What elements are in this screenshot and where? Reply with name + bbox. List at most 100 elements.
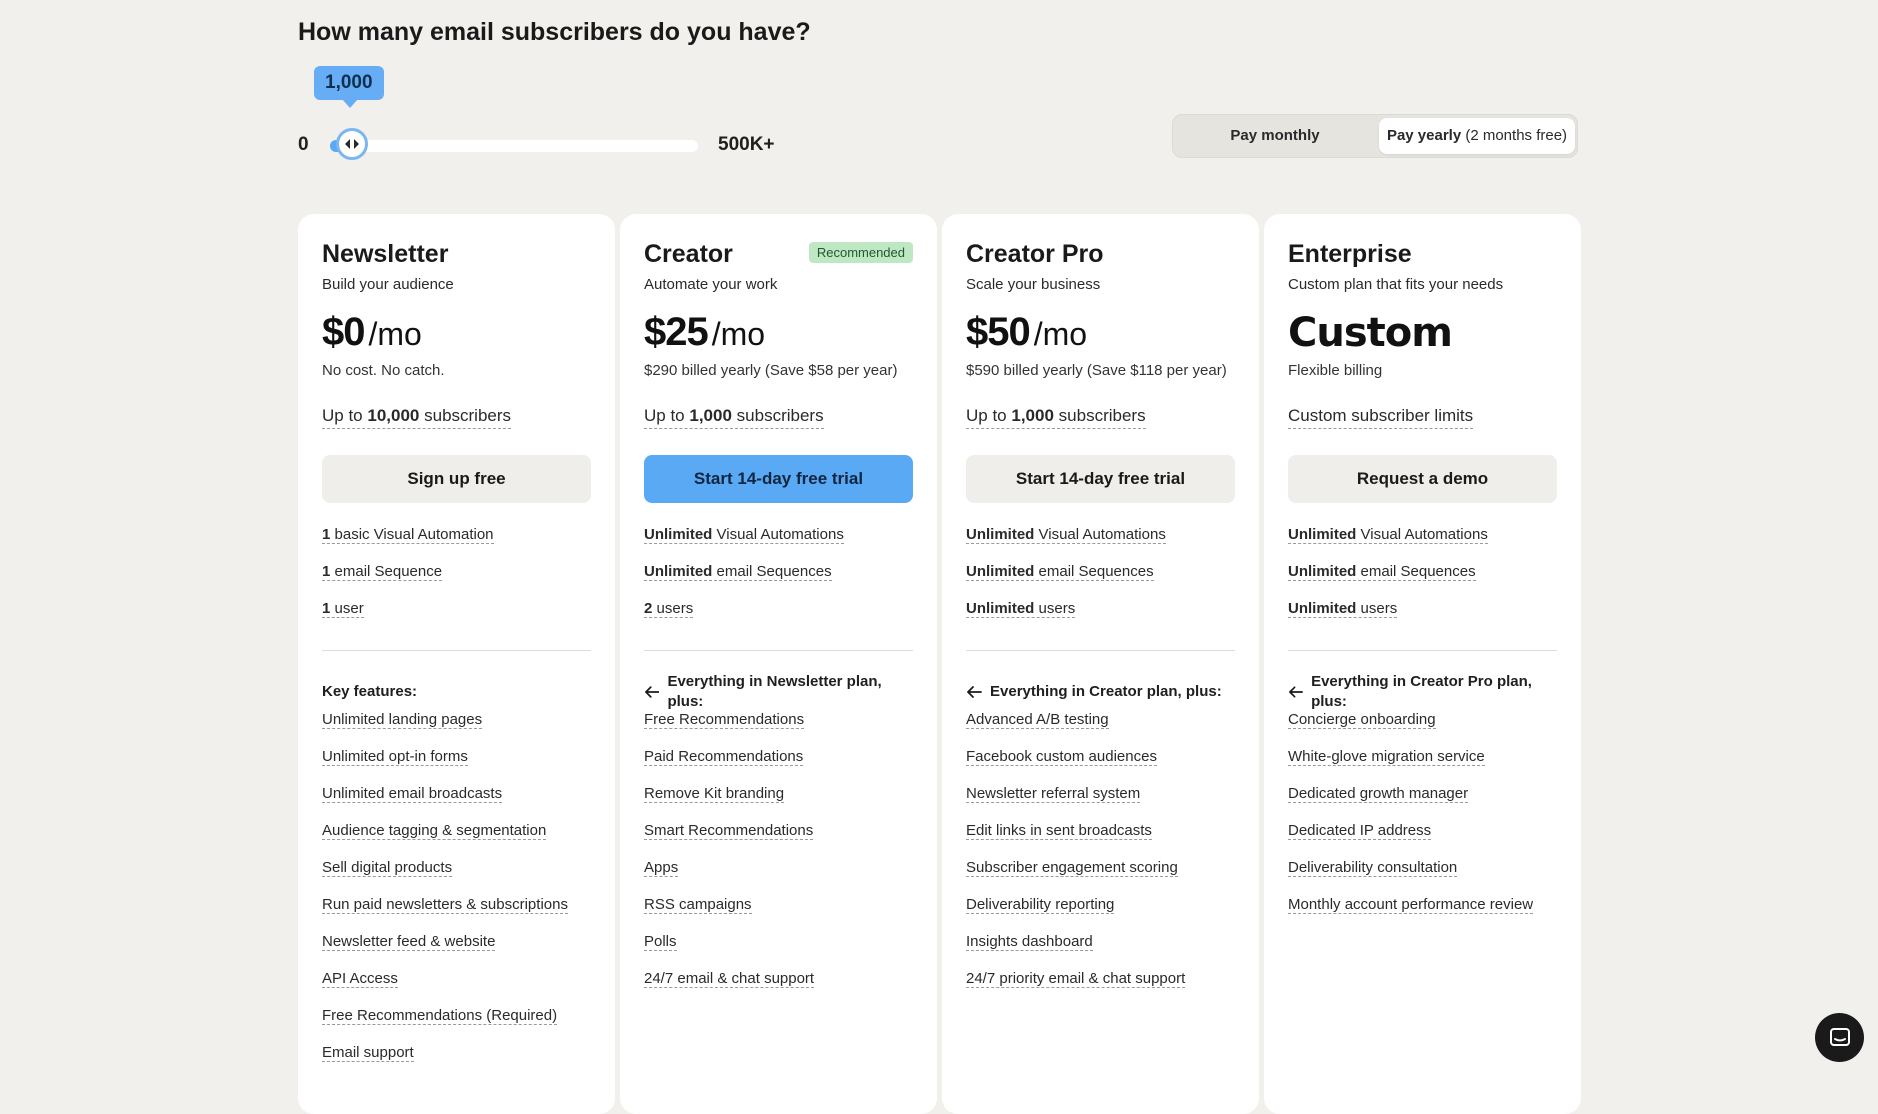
quota-bold: Unlimited — [966, 526, 1035, 543]
slider-track[interactable] — [330, 140, 698, 152]
plan-quotas: 1 basic Visual Automation 1 email Sequenc… — [322, 525, 591, 636]
quota-text: users — [1038, 600, 1076, 617]
subscriber-slider[interactable]: 1,000 0 500K+ — [298, 66, 798, 166]
feature-item[interactable]: 24/7 email & chat support — [644, 969, 913, 1006]
quota-item[interactable]: 1 email Sequence — [322, 562, 591, 599]
feature-item[interactable]: Subscriber engagement scoring — [966, 858, 1235, 895]
quota-item[interactable]: 2 users — [644, 599, 913, 636]
feature-item[interactable]: White-glove migration service — [1288, 747, 1557, 784]
plan-name: Newsletter — [322, 240, 449, 268]
limit-suffix: subscribers — [1058, 406, 1146, 425]
billing-note: No cost. No catch. — [322, 362, 445, 379]
feature-item[interactable]: Deliverability consultation — [1288, 858, 1557, 895]
quota-item[interactable]: Unlimited email Sequences — [644, 562, 913, 599]
feature-item[interactable]: Unlimited opt-in forms — [322, 747, 591, 784]
feature-item[interactable]: Run paid newsletters & subscriptions — [322, 895, 591, 932]
limit-value: 10,000 — [367, 406, 420, 425]
quota-item[interactable]: Unlimited email Sequences — [1288, 562, 1557, 599]
plan-tagline: Build your audience — [322, 276, 454, 293]
feature-item[interactable]: Apps — [644, 858, 913, 895]
quota-item[interactable]: Unlimited Visual Automations — [644, 525, 913, 562]
pay-yearly-label: Pay yearly — [1386, 127, 1462, 144]
subscriber-limit[interactable]: Up to 1,000 subscribers — [644, 406, 824, 429]
quota-bold: Unlimited — [966, 600, 1035, 617]
feature-item[interactable]: Insights dashboard — [966, 932, 1235, 969]
divider — [1288, 650, 1557, 651]
feature-text: Free Recommendations (Required) — [322, 1007, 558, 1025]
feature-item[interactable]: Newsletter referral system — [966, 784, 1235, 821]
feature-text: Apps — [644, 859, 679, 877]
feature-text: Insights dashboard — [966, 933, 1093, 951]
plan-price: $25/mo — [644, 310, 913, 356]
feature-item[interactable]: Deliverability reporting — [966, 895, 1235, 932]
chat-launcher-button[interactable] — [1815, 1013, 1864, 1062]
feature-item[interactable]: Edit links in sent broadcasts — [966, 821, 1235, 858]
feature-text: Newsletter referral system — [966, 785, 1141, 803]
quota-text: Visual Automations — [1038, 526, 1166, 543]
feature-item[interactable]: Unlimited email broadcasts — [322, 784, 591, 821]
plan-name: Creator Pro — [966, 240, 1104, 268]
feature-item[interactable]: Polls — [644, 932, 913, 969]
feature-item[interactable]: 24/7 priority email & chat support — [966, 969, 1235, 1006]
feature-text: Facebook custom audiences — [966, 748, 1157, 766]
feature-item[interactable]: Dedicated growth manager — [1288, 784, 1557, 821]
limit-suffix: Custom subscriber limits — [1288, 406, 1474, 425]
pay-yearly-note: (2 months free) — [1465, 127, 1568, 144]
feature-item[interactable]: Facebook custom audiences — [966, 747, 1235, 784]
plan-quotas: Unlimited Visual Automations Unlimited em… — [1288, 525, 1557, 636]
feature-item[interactable]: Free Recommendations — [644, 710, 913, 747]
plan-cta-button[interactable]: Request a demo — [1288, 455, 1557, 503]
feature-item[interactable]: RSS campaigns — [644, 895, 913, 932]
quota-text: user — [334, 600, 364, 617]
subscriber-limit[interactable]: Up to 10,000 subscribers — [322, 406, 512, 429]
price-amount: $0 — [322, 310, 365, 354]
feature-text: White-glove migration service — [1288, 748, 1485, 766]
quota-item[interactable]: Unlimited Visual Automations — [966, 525, 1235, 562]
divider — [966, 650, 1235, 651]
feature-item[interactable]: Paid Recommendations — [644, 747, 913, 784]
feature-text: Email support — [322, 1044, 414, 1062]
plan-name: Enterprise — [1288, 240, 1412, 268]
feature-text: Newsletter feed & website — [322, 933, 496, 951]
quota-item[interactable]: Unlimited email Sequences — [966, 562, 1235, 599]
feature-item[interactable]: API Access — [322, 969, 591, 1006]
feature-item[interactable]: Sell digital products — [322, 858, 591, 895]
quota-item[interactable]: 1 user — [322, 599, 591, 636]
features-heading: Everything in Creator plan, plus: — [966, 673, 1235, 710]
feature-item[interactable]: Concierge onboarding — [1288, 710, 1557, 747]
feature-text: Dedicated growth manager — [1288, 785, 1469, 803]
plan-price: $0/mo — [322, 310, 591, 356]
subscriber-limit[interactable]: Up to 1,000 subscribers — [966, 406, 1146, 429]
feature-item[interactable]: Email support — [322, 1043, 591, 1080]
feature-item[interactable]: Unlimited landing pages — [322, 710, 591, 747]
feature-item[interactable]: Audience tagging & segmentation — [322, 821, 591, 858]
limit-value: 1,000 — [1011, 406, 1054, 425]
quota-text: basic Visual Automation — [334, 526, 494, 543]
slider-max-label: 500K+ — [718, 134, 775, 155]
price-amount: $50 — [966, 310, 1031, 354]
feature-item[interactable]: Remove Kit branding — [644, 784, 913, 821]
limit-prefix: Up to — [322, 406, 363, 425]
feature-item[interactable]: Free Recommendations (Required) — [322, 1006, 591, 1043]
feature-item[interactable]: Dedicated IP address — [1288, 821, 1557, 858]
plan-cta-button[interactable]: Start 14-day free trial — [966, 455, 1235, 503]
slider-handle[interactable] — [336, 128, 368, 160]
pay-yearly-option[interactable]: Pay yearly (2 months free) — [1379, 118, 1575, 154]
feature-item[interactable]: Advanced A/B testing — [966, 710, 1235, 747]
pay-monthly-option[interactable]: Pay monthly — [1177, 118, 1373, 154]
feature-item[interactable]: Newsletter feed & website — [322, 932, 591, 969]
plan-cta-button[interactable]: Sign up free — [322, 455, 591, 503]
quota-item[interactable]: Unlimited users — [1288, 599, 1557, 636]
feature-text: 24/7 priority email & chat support — [966, 970, 1186, 988]
chat-icon — [1829, 1027, 1850, 1046]
feature-item[interactable]: Monthly account performance review — [1288, 895, 1557, 932]
quota-text: Visual Automations — [716, 526, 844, 543]
subscriber-limit[interactable]: Custom subscriber limits — [1288, 406, 1474, 429]
feature-item[interactable]: Smart Recommendations — [644, 821, 913, 858]
plan-cta-button[interactable]: Start 14-day free trial — [644, 455, 913, 503]
quota-item[interactable]: Unlimited users — [966, 599, 1235, 636]
billing-note: $590 billed yearly (Save $118 per year) — [966, 362, 1227, 379]
quota-item[interactable]: 1 basic Visual Automation — [322, 525, 591, 562]
quota-item[interactable]: Unlimited Visual Automations — [1288, 525, 1557, 562]
feature-text: API Access — [322, 970, 398, 988]
